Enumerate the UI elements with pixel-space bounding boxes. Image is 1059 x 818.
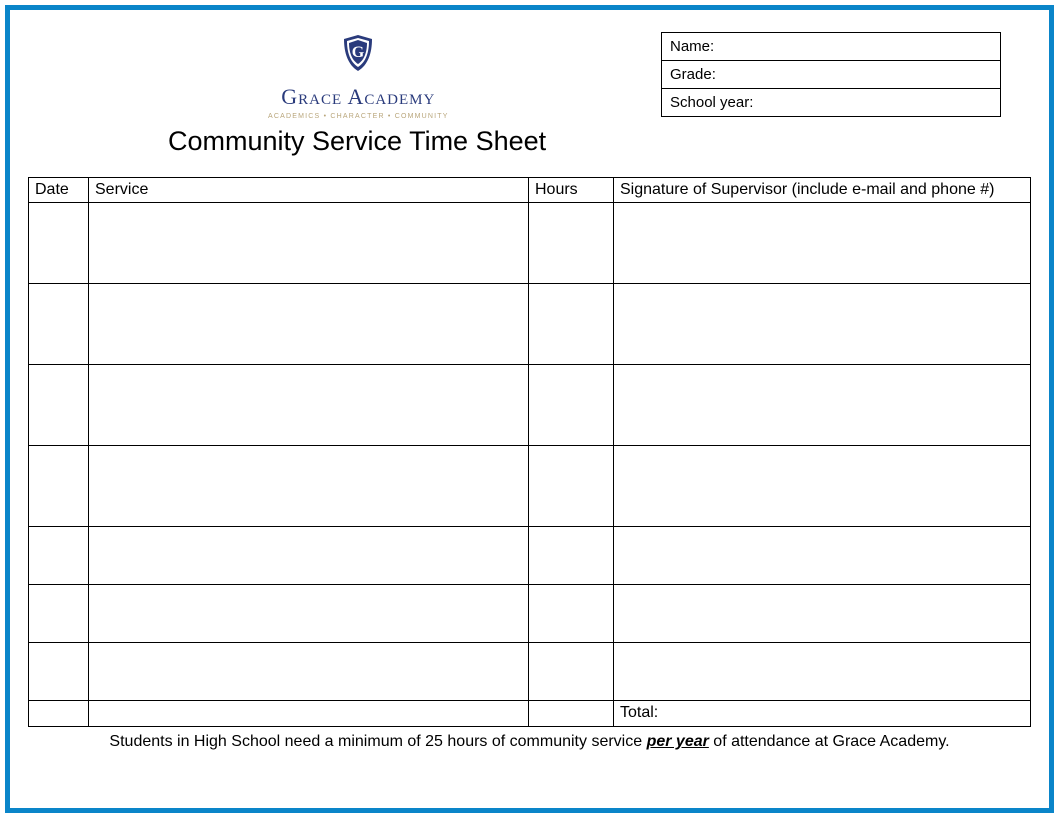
cell-service[interactable] [89,446,529,527]
footnote: Students in High School need a minimum o… [28,733,1031,751]
header-date: Date [29,178,89,203]
cell-date[interactable] [29,203,89,284]
svg-text:G: G [352,44,365,61]
cell-service [89,701,529,727]
table-header-row: Date Service Hours Signature of Supervis… [29,178,1031,203]
page-title: Community Service Time Sheet [168,126,1031,157]
cell-hours[interactable] [529,585,614,643]
cell-date[interactable] [29,527,89,585]
bullet-icon: • [388,113,395,120]
tagline-part: Academics [268,113,320,120]
cell-hours[interactable] [529,446,614,527]
school-name: Grace Academy [268,84,449,110]
cell-signature[interactable] [614,446,1031,527]
footnote-text: of attendance at Grace Academy. [709,733,950,750]
table-row [29,527,1031,585]
school-tagline: Academics • Character • Community [268,113,449,120]
cell-hours[interactable] [529,365,614,446]
cell-service[interactable] [89,527,529,585]
cell-signature[interactable] [614,643,1031,701]
cell-service[interactable] [89,643,529,701]
grade-field[interactable]: Grade: [662,61,1000,89]
cell-signature[interactable] [614,284,1031,365]
cell-date[interactable] [29,284,89,365]
tagline-part: Community [395,113,449,120]
footnote-text: Students in High School need a minimum o… [109,733,646,750]
name-field[interactable]: Name: [662,33,1000,61]
cell-date[interactable] [29,643,89,701]
shield-icon: G [340,33,376,78]
table-row [29,643,1031,701]
table-row [29,365,1031,446]
table-total-row: Total: [29,701,1031,727]
table-row [29,203,1031,284]
cell-signature[interactable] [614,365,1031,446]
cell-hours[interactable] [529,203,614,284]
cell-date[interactable] [29,365,89,446]
cell-hours[interactable] [529,643,614,701]
header-hours: Hours [529,178,614,203]
table-row [29,446,1031,527]
cell-signature[interactable] [614,203,1031,284]
header-service: Service [89,178,529,203]
cell-hours [529,701,614,727]
cell-signature[interactable] [614,585,1031,643]
cell-date [29,701,89,727]
document-frame: G Grace Academy Academics • Character • … [5,5,1054,813]
cell-hours[interactable] [529,284,614,365]
cell-signature[interactable] [614,527,1031,585]
table-row [29,284,1031,365]
header-row: G Grace Academy Academics • Character • … [28,28,1031,120]
student-info-box: Name: Grade: School year: [661,32,1001,117]
cell-service[interactable] [89,365,529,446]
table-row [29,585,1031,643]
logo-block: G Grace Academy Academics • Character • … [268,33,449,120]
cell-hours[interactable] [529,527,614,585]
cell-service[interactable] [89,203,529,284]
cell-service[interactable] [89,284,529,365]
header-signature: Signature of Supervisor (include e-mail … [614,178,1031,203]
cell-date[interactable] [29,446,89,527]
cell-total[interactable]: Total: [614,701,1031,727]
footnote-emphasis: per year [647,733,709,750]
cell-service[interactable] [89,585,529,643]
school-year-field[interactable]: School year: [662,89,1000,116]
cell-date[interactable] [29,585,89,643]
tagline-part: Character [330,113,384,120]
timesheet-table: Date Service Hours Signature of Supervis… [28,177,1031,727]
